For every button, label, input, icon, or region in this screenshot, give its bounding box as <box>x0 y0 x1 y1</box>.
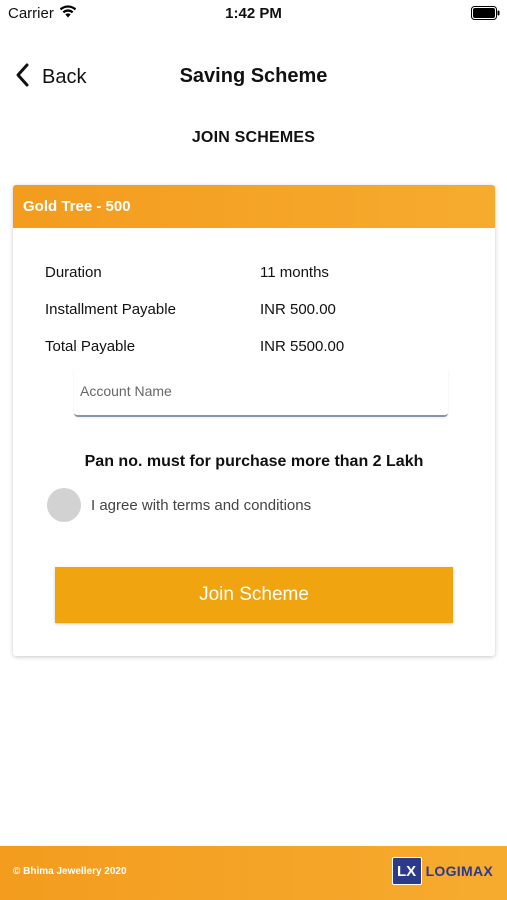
logo-text: LOGIMAX <box>425 863 493 879</box>
status-bar: Carrier 1:42 PM <box>0 0 507 28</box>
detail-value-total: INR 5500.00 <box>260 338 345 355</box>
agree-terms-label: I agree with terms and conditions <box>91 496 312 514</box>
detail-label-duration: Duration <box>45 264 102 281</box>
scheme-card-header: Gold Tree - 500 <box>13 185 495 228</box>
pan-note: Pan no. must for purchase more than 2 La… <box>84 453 424 470</box>
scheme-card: Gold Tree - 500 Duration 11 months Insta… <box>13 185 495 656</box>
detail-value-duration: 11 months <box>260 264 329 281</box>
account-name-input[interactable] <box>74 369 440 413</box>
copyright-text: © Bhima Jewellery 2020 <box>13 866 127 877</box>
footer: © Bhima Jewellery 2020 LX LOGIMAX <box>0 846 507 900</box>
navigation-bar: Back Saving Scheme <box>0 50 507 104</box>
agree-terms-row: I agree with terms and conditions <box>47 488 311 522</box>
page-title: Saving Scheme <box>179 65 328 87</box>
agree-terms-radio[interactable] <box>47 488 81 522</box>
status-time: 1:42 PM <box>225 5 282 22</box>
account-name-field <box>74 369 448 417</box>
logo-mark-icon: LX <box>391 857 422 885</box>
logimax-logo: LX LOGIMAX <box>391 857 493 885</box>
section-title: JOIN SCHEMES <box>191 129 316 146</box>
detail-value-installment: INR 500.00 <box>260 301 336 318</box>
detail-label-installment: Installment Payable <box>45 301 176 318</box>
battery-icon <box>471 6 500 20</box>
join-scheme-button[interactable]: Join Scheme <box>55 567 453 623</box>
detail-label-total: Total Payable <box>45 338 136 355</box>
